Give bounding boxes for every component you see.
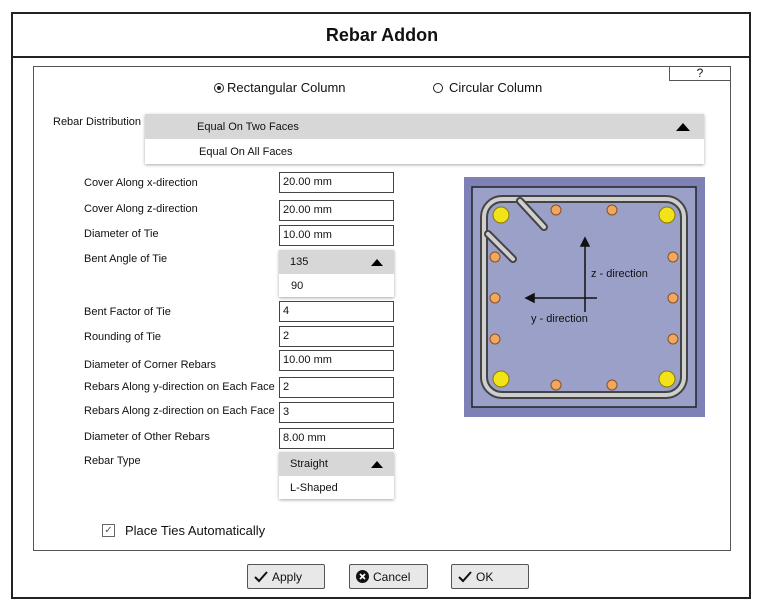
other-diameter-input[interactable]: 8.00 mm — [279, 428, 394, 449]
radio-circular-column[interactable]: Circular Column — [433, 80, 542, 95]
place-ties-checkbox-row[interactable]: ✓ Place Ties Automatically — [102, 523, 265, 538]
bent-factor-input[interactable]: 4 — [279, 301, 394, 322]
bent-angle-option[interactable]: 90 — [279, 274, 394, 297]
radio-rectangular-label: Rectangular Column — [227, 80, 346, 95]
apply-label: Apply — [272, 569, 303, 584]
rounding-label: Rounding of Tie — [84, 331, 162, 343]
ok-label: OK — [476, 569, 494, 584]
radio-circular-label: Circular Column — [449, 80, 543, 95]
cancel-label: Cancel — [373, 569, 411, 584]
rounding-input[interactable]: 2 — [279, 326, 394, 347]
bent-factor-label: Bent Factor of Tie — [84, 306, 171, 318]
place-ties-checkbox[interactable]: ✓ — [102, 524, 115, 537]
rebar-distribution-selected-label: Equal On Two Faces — [197, 120, 299, 133]
help-button[interactable]: ? — [669, 66, 731, 81]
bent-angle-label: Bent Angle of Tie — [84, 253, 168, 265]
y-direction-label: y - direction — [531, 313, 588, 325]
bent-angle-dropdown[interactable]: 135 90 — [279, 250, 394, 297]
bent-angle-selected[interactable]: 135 — [279, 250, 394, 274]
rebar-type-dropdown[interactable]: Straight L-Shaped — [279, 452, 394, 499]
rebar-type-label: Rebar Type — [84, 455, 141, 467]
tie-diameter-input[interactable]: 10.00 mm — [279, 225, 394, 246]
check-icon — [458, 570, 472, 582]
rebar-type-selected-label: Straight — [290, 458, 328, 470]
cover-z-input[interactable]: 20.00 mm — [279, 200, 394, 221]
apply-button[interactable]: Apply — [247, 564, 325, 589]
radio-rectangular-column[interactable]: Rectangular Column — [214, 80, 346, 95]
cancel-button[interactable]: Cancel — [349, 564, 428, 589]
triangle-up-icon — [676, 122, 690, 131]
corner-diameter-label: Diameter of Corner Rebars — [84, 359, 217, 371]
along-y-label: Rebars Along y-direction on Each Face — [84, 381, 275, 393]
rebar-type-option[interactable]: L-Shaped — [279, 476, 394, 499]
triangle-up-icon — [371, 258, 383, 266]
dialog-title: Rebar Addon — [13, 14, 751, 58]
z-direction-label: z - direction — [591, 268, 648, 280]
corner-diameter-input[interactable]: 10.00 mm — [279, 350, 394, 371]
radio-selected-icon — [214, 82, 224, 93]
column-section-diagram: z - direction y - direction — [464, 177, 705, 417]
along-z-label: Rebars Along z-direction on Each Face — [84, 405, 275, 417]
rebar-distribution-dropdown[interactable]: Equal On Two Faces Equal On All Faces — [145, 114, 704, 164]
radio-unselected-icon — [433, 82, 443, 93]
ok-button[interactable]: OK — [451, 564, 529, 589]
place-ties-label: Place Ties Automatically — [125, 523, 266, 538]
cancel-circle-icon — [356, 570, 369, 583]
rebar-distribution-label: Rebar Distribution — [53, 116, 142, 128]
cover-x-input[interactable]: 20.00 mm — [279, 172, 394, 193]
cover-x-label: Cover Along x-direction — [84, 177, 198, 189]
triangle-up-icon — [371, 460, 383, 468]
column-section-svg — [464, 177, 705, 417]
check-icon — [254, 570, 268, 582]
other-diameter-label: Diameter of Other Rebars — [84, 431, 210, 443]
cover-z-label: Cover Along z-direction — [84, 203, 198, 215]
tie-diameter-label: Diameter of Tie — [84, 228, 159, 240]
bent-angle-selected-label: 135 — [290, 256, 309, 268]
rebar-distribution-option[interactable]: Equal On All Faces — [145, 139, 704, 164]
rebar-distribution-selected[interactable]: Equal On Two Faces — [145, 114, 704, 139]
along-z-input[interactable]: 3 — [279, 402, 394, 423]
along-y-input[interactable]: 2 — [279, 377, 394, 398]
rebar-type-selected[interactable]: Straight — [279, 452, 394, 476]
